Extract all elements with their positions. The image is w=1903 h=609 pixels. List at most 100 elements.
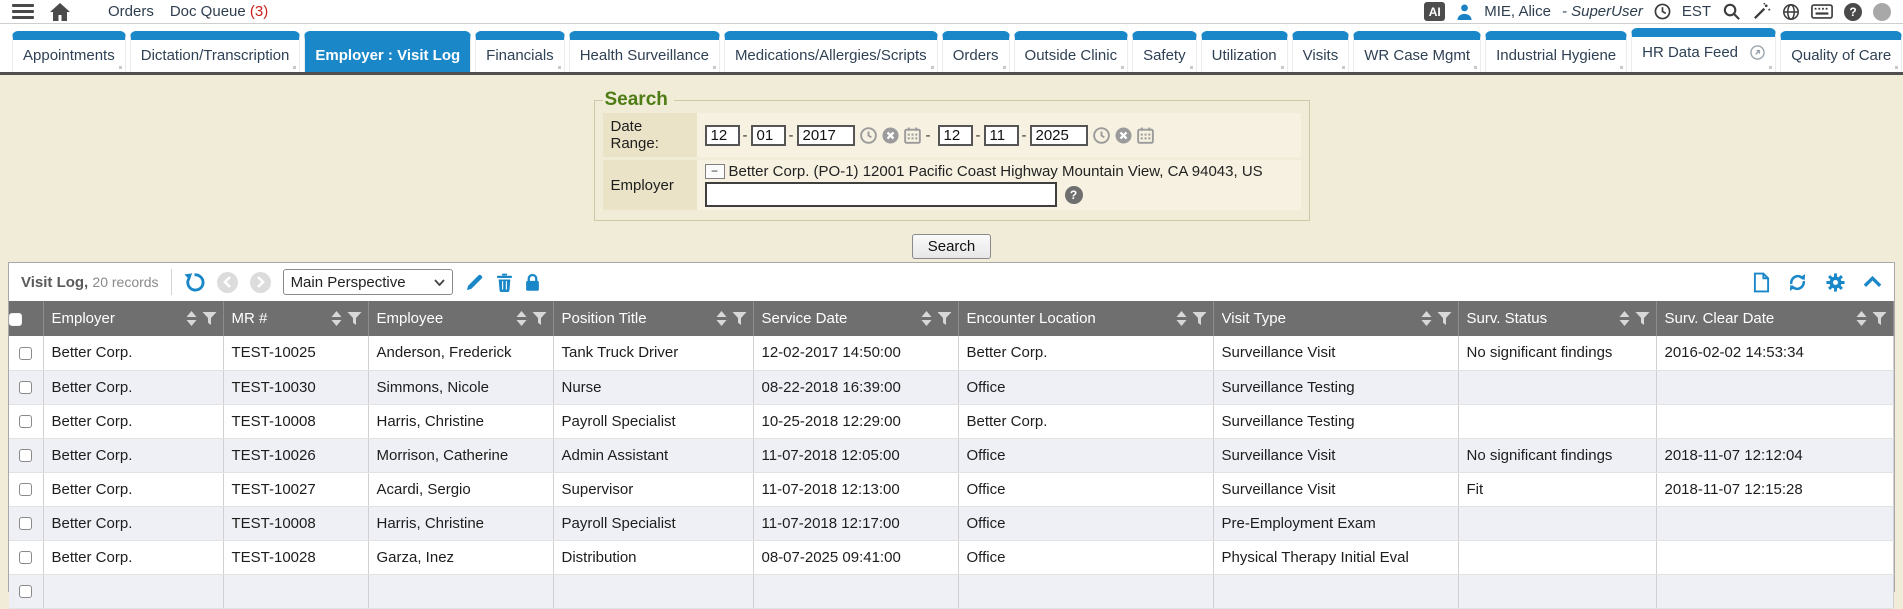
- cell-service-date: [753, 574, 958, 608]
- keyboard-icon[interactable]: [1811, 4, 1833, 19]
- tab-health-surveillance[interactable]: Health Surveillance: [569, 31, 720, 72]
- select-all-checkbox[interactable]: [9, 313, 22, 326]
- ai-badge[interactable]: AI: [1424, 2, 1445, 21]
- cell-visit-type: Pre-Employment Exam: [1213, 506, 1458, 540]
- tab-safety[interactable]: Safety: [1132, 31, 1197, 72]
- col-mr-number[interactable]: MR #: [223, 301, 368, 336]
- col-position-title[interactable]: Position Title: [553, 301, 753, 336]
- tab-quality-of-care[interactable]: Quality of Care: [1780, 31, 1902, 72]
- cell-surv-clear-date: [1656, 540, 1894, 574]
- next-page-button[interactable]: [250, 272, 271, 293]
- employer-help-icon[interactable]: ?: [1065, 186, 1083, 204]
- calendar-icon[interactable]: [904, 127, 921, 144]
- tab-orders[interactable]: Orders: [942, 31, 1010, 72]
- date-from-year-input[interactable]: [797, 125, 855, 146]
- filter-icon[interactable]: [732, 311, 747, 326]
- magic-wand-icon[interactable]: [1752, 2, 1771, 21]
- tab-medications-allergies-scripts[interactable]: Medications/Allergies/Scripts: [724, 31, 938, 72]
- tab-outside-clinic[interactable]: Outside Clinic: [1014, 31, 1129, 72]
- settings-gear-icon[interactable]: [1825, 272, 1846, 293]
- col-employer[interactable]: Employer: [43, 301, 223, 336]
- doc-queue-label: Doc Queue: [170, 3, 246, 20]
- calendar-icon[interactable]: [1137, 127, 1154, 144]
- tab-visits[interactable]: Visits: [1292, 31, 1350, 72]
- tab-wr-case-mgmt[interactable]: WR Case Mgmt: [1353, 31, 1481, 72]
- visit-log-panel: Visit Log, 20 records Main Perspective: [8, 262, 1895, 592]
- doc-queue-count: (3): [250, 3, 268, 20]
- clear-date-icon[interactable]: [882, 127, 899, 144]
- clock-icon[interactable]: [1654, 3, 1671, 20]
- globe-icon[interactable]: [1782, 3, 1800, 21]
- filter-icon[interactable]: [1635, 311, 1650, 326]
- delete-trash-icon[interactable]: [496, 273, 513, 292]
- tab-label: WR Case Mgmt: [1364, 47, 1470, 64]
- tab-appointments[interactable]: Appointments: [12, 31, 126, 72]
- date-to-day-input[interactable]: [984, 125, 1019, 146]
- row-checkbox[interactable]: [19, 585, 32, 598]
- filter-icon[interactable]: [202, 311, 217, 326]
- row-checkbox[interactable]: [19, 517, 32, 530]
- home-icon[interactable]: [50, 3, 70, 21]
- row-checkbox[interactable]: [19, 551, 32, 564]
- clear-date-icon[interactable]: [1115, 127, 1132, 144]
- sort-icon: [716, 311, 727, 326]
- collapse-panel-icon[interactable]: [1863, 276, 1882, 288]
- tab-label: Medications/Allergies/Scripts: [735, 47, 927, 64]
- col-surv-status[interactable]: Surv. Status: [1458, 301, 1656, 336]
- col-service-date[interactable]: Service Date: [753, 301, 958, 336]
- edit-pencil-icon[interactable]: [465, 273, 484, 292]
- prev-page-button[interactable]: [217, 272, 238, 293]
- row-checkbox[interactable]: [19, 381, 32, 394]
- tab-label: HR Data Feed: [1642, 44, 1738, 61]
- filter-icon[interactable]: [532, 311, 547, 326]
- col-surv-clear-date[interactable]: Surv. Clear Date: [1656, 301, 1894, 336]
- filter-icon[interactable]: [1872, 311, 1887, 326]
- row-checkbox[interactable]: [19, 415, 32, 428]
- filter-icon[interactable]: [347, 311, 362, 326]
- cell-visit-type: Physical Therapy Initial Eval: [1213, 540, 1458, 574]
- row-checkbox[interactable]: [19, 483, 32, 496]
- filter-icon[interactable]: [1192, 311, 1207, 326]
- tab-employer-visit-log[interactable]: Employer : Visit Log: [304, 31, 471, 72]
- user-icon[interactable]: [1456, 3, 1473, 20]
- employer-search-input[interactable]: [705, 182, 1057, 207]
- date-to-month-input[interactable]: [938, 125, 973, 146]
- doc-queue-link[interactable]: Doc Queue (3): [170, 3, 268, 20]
- cell-mr-number: TEST-10008: [223, 404, 368, 438]
- time-picker-icon[interactable]: [860, 127, 877, 144]
- hamburger-menu-icon[interactable]: [12, 4, 34, 19]
- new-document-icon[interactable]: [1753, 272, 1770, 293]
- tab-label: Orders: [953, 47, 999, 64]
- date-to-year-input[interactable]: [1030, 125, 1088, 146]
- search-icon[interactable]: [1722, 2, 1741, 21]
- user-name[interactable]: MIE, Alice: [1484, 3, 1551, 20]
- tab-financials[interactable]: Financials: [475, 31, 565, 72]
- undo-icon[interactable]: [184, 272, 205, 293]
- help-icon[interactable]: ?: [1844, 3, 1862, 21]
- row-checkbox[interactable]: [19, 347, 32, 360]
- perspective-select[interactable]: Main Perspective: [283, 269, 453, 295]
- search-button[interactable]: Search: [912, 234, 992, 259]
- date-from-day-input[interactable]: [751, 125, 786, 146]
- refresh-icon[interactable]: [1787, 272, 1808, 293]
- tab-hr-data-feed[interactable]: HR Data Feed: [1631, 28, 1776, 72]
- row-checkbox[interactable]: [19, 449, 32, 462]
- tab-dictation-transcription[interactable]: Dictation/Transcription: [130, 31, 301, 72]
- lock-icon[interactable]: [525, 273, 540, 292]
- col-encounter-location[interactable]: Encounter Location: [958, 301, 1213, 336]
- module-tab-bar: Appointments Dictation/Transcription Emp…: [0, 24, 1903, 75]
- col-visit-type[interactable]: Visit Type: [1213, 301, 1458, 336]
- collapse-employer-button[interactable]: −: [705, 164, 725, 179]
- filter-icon[interactable]: [937, 311, 952, 326]
- filter-icon[interactable]: [1437, 311, 1452, 326]
- time-picker-icon[interactable]: [1093, 127, 1110, 144]
- date-from-month-input[interactable]: [705, 125, 740, 146]
- orders-link[interactable]: Orders: [108, 3, 154, 20]
- tab-industrial-hygiene[interactable]: Industrial Hygiene: [1485, 31, 1627, 72]
- tab-utilization[interactable]: Utilization: [1201, 31, 1288, 72]
- tab-label: Health Surveillance: [580, 47, 709, 64]
- cell-employer: Better Corp.: [43, 336, 223, 370]
- col-employee[interactable]: Employee: [368, 301, 553, 336]
- cell-service-date: 11-07-2018 12:17:00: [753, 506, 958, 540]
- top-bar: Orders Doc Queue (3) AI MIE, Alice - Sup…: [0, 0, 1903, 24]
